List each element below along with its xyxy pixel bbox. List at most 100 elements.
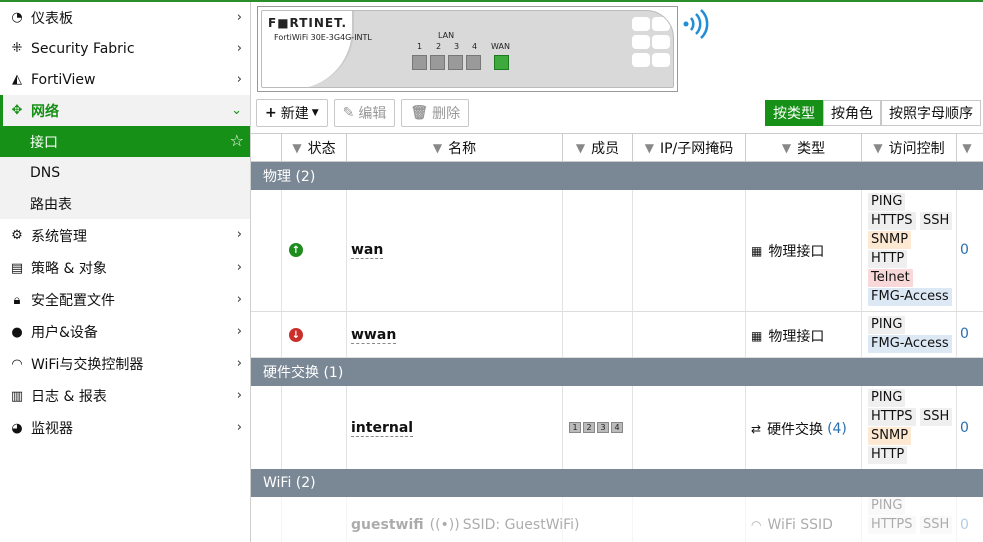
sidebar-item-fortiview[interactable]: ◭ FortiView › <box>0 64 250 95</box>
member-port: 2 <box>583 422 595 433</box>
sidebar-subitem-dns[interactable]: DNS <box>0 157 250 188</box>
access-tag: Telnet <box>868 269 913 287</box>
access-tag: SSH <box>919 408 953 426</box>
lan-port-4[interactable] <box>466 55 481 70</box>
column-header-type[interactable]: ▼ 类型 <box>745 134 861 162</box>
access-tag: FMG-Access <box>868 335 952 353</box>
sidebar-item-security-profiles[interactable]: 🔒︎ 安全配置文件 › <box>0 284 250 316</box>
column-header-status[interactable]: ▼ 状态 <box>281 134 346 162</box>
cell-divider <box>956 190 957 311</box>
sidebar-item-wifi[interactable]: ◠ WiFi与交换控制器 › <box>0 348 250 380</box>
vent <box>652 35 670 49</box>
sidebar-item-label: 监视器 <box>31 421 73 437</box>
view-tabs: 按类型 按角色 按照字母顺序 <box>765 100 981 126</box>
filter-icon[interactable]: ▼ <box>433 141 442 155</box>
sidebar-item-users[interactable]: ● 用户&设备 › <box>0 316 250 348</box>
wifi-icon: ◠ <box>751 518 762 532</box>
cell-divider <box>745 386 746 469</box>
interface-name-group[interactable]: guestwifi ((•)) SSID: GuestWiFi) <box>351 517 580 533</box>
sidebar-subitem-routes[interactable]: 路由表 <box>0 188 250 219</box>
sidebar-item-logs[interactable]: ▥ 日志 & 报表 › <box>0 380 250 412</box>
lan-port-2[interactable] <box>430 55 445 70</box>
group-header-wifi[interactable]: WiFi (2) <box>251 469 983 497</box>
sidebar: ◔ 仪表板 › ⁜ Security Fabric › ◭ FortiView … <box>0 2 251 542</box>
access-tags: PING HTTPS SSH <box>868 497 953 535</box>
sidebar-item-security-fabric[interactable]: ⁜ Security Fabric › <box>0 33 250 64</box>
cell-divider <box>745 190 746 311</box>
edit-button[interactable]: ✎ 编辑 <box>333 99 396 127</box>
sidebar-item-label: 系统管理 <box>31 228 87 245</box>
vent <box>632 53 650 67</box>
column-header-access[interactable]: ▼ 访问控制 <box>861 134 956 162</box>
sidebar-item-policy[interactable]: ▤ 策略 & 对象 › <box>0 252 250 284</box>
chevron-down-icon: ⌄ <box>231 103 242 118</box>
tab-alphabetical[interactable]: 按照字母顺序 <box>881 100 981 126</box>
column-header-members[interactable]: ▼ 成员 <box>562 134 632 162</box>
ref-count[interactable]: 0 <box>960 326 969 342</box>
table-row[interactable]: ↑ wan ▦ 物理接口 PING HTTPS SSH SNMP HTTP Te… <box>251 190 983 312</box>
sidebar-item-network[interactable]: ✥ 网络 ⌄ <box>0 95 250 126</box>
ref-count[interactable]: 0 <box>960 517 969 533</box>
filter-icon[interactable]: ▼ <box>962 141 971 155</box>
cell-divider <box>562 190 563 311</box>
interface-name[interactable]: wwan <box>351 327 397 344</box>
interface-name[interactable]: guestwifi <box>351 517 424 533</box>
member-port: 1 <box>569 422 581 433</box>
toolbar: + 新建 ▼ ✎ 编辑 🗑︎ 删除 <box>256 99 470 127</box>
table-row[interactable]: guestwifi ((•)) SSID: GuestWiFi) ◠ WiFi … <box>251 497 983 542</box>
type-member-count[interactable]: (4) <box>827 421 847 437</box>
filter-icon[interactable]: ▼ <box>645 141 654 155</box>
interface-type: ◠ WiFi SSID <box>751 517 833 533</box>
group-header-hardware-switch[interactable]: 硬件交换 (1) <box>251 358 983 386</box>
column-header-refs[interactable]: ▼ <box>956 134 983 162</box>
filter-icon[interactable]: ▼ <box>576 141 585 155</box>
cell-divider <box>632 312 633 357</box>
ref-count[interactable]: 0 <box>960 420 969 436</box>
column-header-ip[interactable]: ▼ IP/子网掩码 <box>632 134 745 162</box>
column-header-checkbox[interactable] <box>251 134 281 162</box>
filter-icon[interactable]: ▼ <box>873 141 882 155</box>
cell-divider <box>281 386 282 469</box>
new-button[interactable]: + 新建 ▼ <box>256 99 328 127</box>
lan-port-3[interactable] <box>448 55 463 70</box>
tab-by-type[interactable]: 按类型 <box>765 100 823 126</box>
column-header-name[interactable]: ▼ 名称 <box>346 134 562 162</box>
tab-by-role[interactable]: 按角色 <box>823 100 881 126</box>
wan-port[interactable] <box>494 55 509 70</box>
delete-button[interactable]: 🗑︎ 删除 <box>401 99 470 127</box>
ref-count[interactable]: 0 <box>960 242 969 258</box>
sidebar-item-label: WiFi与交换控制器 <box>31 357 144 373</box>
ssid-label: SSID: GuestWiFi) <box>462 517 580 533</box>
port-number: 2 <box>436 42 442 51</box>
sidebar-item-dashboard[interactable]: ◔ 仪表板 › <box>0 2 250 33</box>
interface-name[interactable]: internal <box>351 420 414 437</box>
sidebar-item-monitor[interactable]: ◕ 监视器 › <box>0 412 250 444</box>
chevron-right-icon: › <box>236 356 242 371</box>
lan-port-1[interactable] <box>412 55 427 70</box>
wifi-signal-icon <box>683 9 709 39</box>
delete-button-label: 删除 <box>432 106 461 122</box>
table-row[interactable]: internal 1 2 3 4 ⇄ 硬件交换 (4) PING HTTPS S… <box>251 386 983 470</box>
sidebar-item-label: 安全配置文件 <box>31 293 115 309</box>
physical-port-icon: ▦ <box>751 329 763 343</box>
table-row[interactable]: ↓ wwan ▦ 物理接口 PING FMG-Access 0 <box>251 312 983 358</box>
access-tags: PING HTTPS SSH SNMP HTTP <box>868 389 953 465</box>
access-tag: PING <box>868 389 906 407</box>
access-tag: PING <box>868 316 906 334</box>
chevron-right-icon: › <box>236 41 242 56</box>
cell-divider <box>632 386 633 469</box>
access-tags: PING HTTPS SSH SNMP HTTP Telnet FMG-Acce… <box>868 193 953 307</box>
interface-name[interactable]: wan <box>351 242 384 259</box>
column-label: 名称 <box>448 141 477 157</box>
group-header-physical[interactable]: 物理 (2) <box>251 162 983 190</box>
sidebar-subitem-interfaces[interactable]: 接口 ☆ <box>0 126 250 157</box>
type-label: 硬件交换 <box>767 422 824 438</box>
filter-icon[interactable]: ▼ <box>782 141 791 155</box>
filter-icon[interactable]: ▼ <box>292 141 301 155</box>
sidebar-item-label: Security Fabric <box>31 40 135 57</box>
star-icon[interactable]: ☆ <box>230 131 244 150</box>
sidebar-item-label: 用户&设备 <box>31 325 98 341</box>
chevron-right-icon: › <box>236 324 242 339</box>
sidebar-item-system[interactable]: ⚙ 系统管理 › <box>0 219 250 252</box>
vent <box>652 17 670 31</box>
